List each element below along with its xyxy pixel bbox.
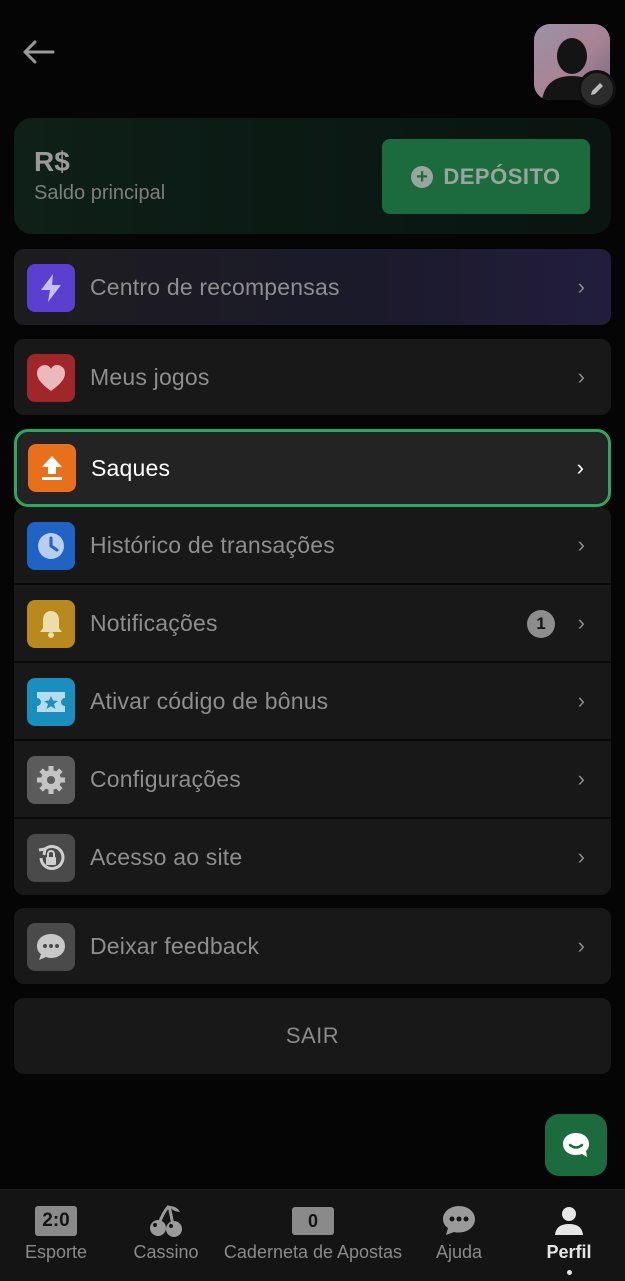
nav-label: Cassino	[133, 1242, 199, 1262]
menu-item-bonus-code[interactable]: Ativar código de bônus ›	[14, 663, 611, 739]
menu-item-label: Ativar código de bônus	[90, 688, 329, 714]
chevron-right-icon: ›	[577, 933, 585, 958]
menu-item-label: Notificações	[90, 610, 218, 636]
cherries-icon	[150, 1204, 182, 1237]
avatar[interactable]	[534, 24, 616, 108]
betslip-count-icon: 0	[292, 1207, 334, 1235]
menu-item-site-access[interactable]: Acesso ao site ›	[14, 819, 611, 895]
chevron-right-icon: ›	[577, 844, 585, 869]
nav-profile[interactable]: Perfil	[530, 1190, 608, 1281]
gear-icon	[27, 756, 75, 804]
nav-casino[interactable]: Cassino	[126, 1190, 206, 1281]
chevron-right-icon: ›	[577, 274, 585, 299]
bell-icon	[27, 600, 75, 648]
notification-count-badge: 1	[527, 610, 555, 638]
chevron-right-icon: ›	[577, 688, 585, 713]
active-indicator	[567, 1270, 572, 1275]
nav-label: Esporte	[24, 1242, 88, 1262]
lock-history-icon	[27, 834, 75, 882]
clock-icon	[27, 522, 75, 570]
chat-bubble-icon	[27, 923, 75, 971]
nav-sport[interactable]: 2:0 Esporte	[14, 1190, 98, 1281]
chevron-right-icon: ›	[577, 364, 585, 389]
menu-item-notifications[interactable]: Notificações 1 ›	[14, 585, 611, 661]
menu-item-label: Deixar feedback	[90, 933, 260, 959]
arrow-left-icon	[23, 40, 55, 64]
menu-item-label: Centro de recompensas	[90, 274, 340, 300]
upload-icon	[28, 444, 76, 492]
deposit-label: DEPÓSITO	[443, 163, 561, 189]
menu-item-label: Configurações	[90, 766, 241, 792]
nav-help[interactable]: Ajuda	[420, 1190, 498, 1281]
chat-icon	[443, 1206, 475, 1235]
bottom-navigation: 2:0 Esporte Cassino 0 Caderneta de Apost…	[0, 1189, 625, 1281]
menu-item-history[interactable]: Histórico de transações ›	[14, 507, 611, 583]
menu-item-feedback[interactable]: Deixar feedback ›	[14, 908, 611, 984]
pencil-icon	[591, 83, 603, 95]
nav-label: Perfil	[546, 1242, 592, 1262]
ticket-star-icon	[27, 678, 75, 726]
menu-item-withdrawals[interactable]: Saques ›	[14, 429, 611, 507]
menu-item-my-games[interactable]: Meus jogos ›	[14, 339, 611, 415]
menu-item-label: Acesso ao site	[90, 844, 243, 870]
chevron-right-icon: ›	[576, 455, 584, 480]
back-button[interactable]	[18, 34, 58, 70]
person-icon	[555, 1207, 583, 1235]
chat-icon	[563, 1133, 589, 1157]
chevron-right-icon: ›	[577, 766, 585, 791]
scoreboard-icon: 2:0	[35, 1206, 77, 1236]
logout-button[interactable]: SAIR	[14, 998, 611, 1074]
plus-circle-icon: +	[411, 165, 434, 188]
menu-item-label: Saques	[91, 455, 171, 481]
nav-label: Ajuda	[435, 1242, 483, 1262]
balance-subtitle: Saldo principal	[34, 182, 166, 204]
nav-betslip[interactable]: 0 Caderneta de Apostas	[220, 1190, 406, 1281]
chevron-right-icon: ›	[577, 532, 585, 557]
menu-item-label: Histórico de transações	[90, 532, 335, 558]
balance-currency: R$	[34, 146, 70, 177]
lightning-icon	[27, 264, 75, 312]
chevron-right-icon: ›	[577, 610, 585, 635]
edit-avatar-button[interactable]	[578, 70, 616, 108]
deposit-button[interactable]: + DEPÓSITO	[382, 139, 590, 214]
menu-item-label: Meus jogos	[90, 364, 210, 390]
menu-item-rewards[interactable]: Centro de recompensas ›	[14, 249, 611, 325]
nav-label: Caderneta de Apostas	[223, 1242, 403, 1262]
menu-item-settings[interactable]: Configurações ›	[14, 741, 611, 817]
chat-fab-button[interactable]	[545, 1114, 607, 1176]
heart-icon	[27, 354, 75, 402]
